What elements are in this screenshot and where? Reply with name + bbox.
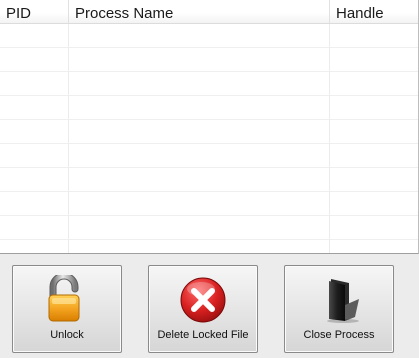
padlock-open-icon <box>41 275 93 323</box>
unlock-button[interactable]: Unlock <box>12 265 122 353</box>
unlock-label: Unlock <box>50 329 84 341</box>
close-process-label: Close Process <box>303 329 375 341</box>
process-list[interactable]: PID Process Name Handle <box>0 0 419 254</box>
delete-locked-file-button[interactable]: Delete Locked File <box>148 265 258 353</box>
delete-locked-file-label: Delete Locked File <box>157 329 249 341</box>
column-header-pid[interactable]: PID <box>0 0 69 23</box>
column-divider <box>329 24 330 253</box>
empty-rows-area[interactable] <box>0 24 418 253</box>
red-x-icon <box>177 275 229 323</box>
close-process-button[interactable]: Close Process <box>284 265 394 353</box>
column-divider <box>68 24 69 253</box>
column-header-process-name[interactable]: Process Name <box>69 0 330 23</box>
black-folder-icon <box>313 275 365 323</box>
list-header: PID Process Name Handle <box>0 0 418 24</box>
column-header-handle[interactable]: Handle <box>330 0 418 23</box>
